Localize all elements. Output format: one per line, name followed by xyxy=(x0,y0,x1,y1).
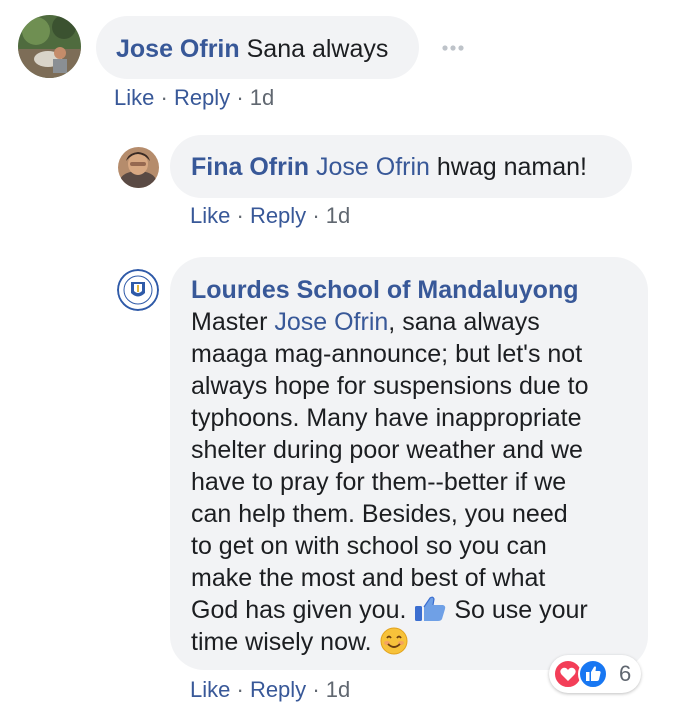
reply-link[interactable]: Reply xyxy=(174,85,230,110)
avatar-image xyxy=(18,15,81,78)
comment-text: God has given you. xyxy=(191,596,414,624)
comment-text: , sana always xyxy=(388,308,540,336)
comment-body: Sana always xyxy=(246,35,389,63)
comment-line-5: shelter during poor weather and we xyxy=(191,436,583,464)
comment-text: time wisely now. xyxy=(191,628,379,656)
comment-line-2: maaga mag-announce; but let's not xyxy=(191,340,583,368)
timestamp[interactable]: 1d xyxy=(326,203,350,228)
comment-author[interactable]: Lourdes School of Mandaluyong xyxy=(191,276,579,304)
comment-text-line: Fina Ofrin Jose Ofrin hwag naman! xyxy=(191,151,587,183)
thumbs-up-icon xyxy=(578,659,608,689)
like-link[interactable]: Like xyxy=(190,203,230,228)
avatar-image xyxy=(118,147,159,188)
comment-line-11: time wisely now. xyxy=(191,626,409,664)
like-link[interactable]: Like xyxy=(190,677,230,702)
separator: · xyxy=(236,203,244,228)
comment-line-9: make the most and best of what xyxy=(191,564,546,592)
reply-link[interactable]: Reply xyxy=(250,203,306,228)
comment-text: So use your xyxy=(447,596,588,624)
timestamp[interactable]: 1d xyxy=(326,677,350,702)
comment-line-1: Master Jose Ofrin, sana always xyxy=(191,306,540,338)
comment-actions: Like · Reply · 1d xyxy=(190,203,350,229)
comment-actions: Like · Reply · 1d xyxy=(114,85,274,111)
smiling-emoji-icon xyxy=(379,626,409,664)
comment-body: hwag naman! xyxy=(429,153,587,181)
comment-author[interactable]: Fina Ofrin xyxy=(191,153,309,181)
mention-link[interactable]: Jose Ofrin xyxy=(274,308,388,336)
more-options-button[interactable] xyxy=(440,40,466,56)
comment-author-line: Lourdes School of Mandaluyong xyxy=(191,274,579,306)
separator: · xyxy=(312,677,320,702)
reactions-summary[interactable]: 6 xyxy=(549,655,641,693)
comment-text: Master xyxy=(191,308,275,336)
thumbs-up-emoji-icon xyxy=(413,595,447,631)
like-link[interactable]: Like xyxy=(114,85,154,110)
reply-link[interactable]: Reply xyxy=(250,677,306,702)
timestamp[interactable]: 1d xyxy=(250,85,274,110)
comment-line-6: have to pray for them--better if we xyxy=(191,468,567,496)
avatar-fina-ofrin[interactable] xyxy=(118,147,159,188)
separator: · xyxy=(236,677,244,702)
separator: · xyxy=(312,203,320,228)
comment-author[interactable]: Jose Ofrin xyxy=(116,35,240,63)
comment-text-line: Jose Ofrin Sana always xyxy=(116,33,388,65)
avatar-jose-ofrin[interactable] xyxy=(18,15,81,78)
comment-line-3: always hope for suspensions due to xyxy=(191,372,589,400)
separator: · xyxy=(236,85,244,110)
comment-line-8: to get on with school so you can xyxy=(191,532,547,560)
reaction-count: 6 xyxy=(619,661,632,686)
comment-line-4: typhoons. Many have inappropriate xyxy=(191,404,582,432)
comment-actions: Like · Reply · 1d xyxy=(190,677,350,703)
mention-link[interactable]: Jose Ofrin xyxy=(316,153,430,181)
comment-line-7: can help them. Besides, you need xyxy=(191,500,568,528)
ellipsis-icon xyxy=(442,45,464,51)
avatar-lourdes-school[interactable] xyxy=(117,269,159,311)
separator: · xyxy=(160,85,168,110)
school-seal-icon xyxy=(117,269,159,311)
